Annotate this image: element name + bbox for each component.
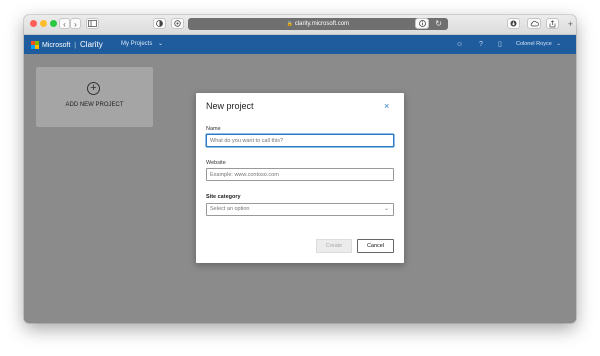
- brand[interactable]: Microsoft | Clarity: [42, 35, 103, 55]
- create-button[interactable]: Create: [316, 239, 352, 253]
- info-icon[interactable]: [415, 18, 429, 29]
- cloud-icon[interactable]: [527, 18, 541, 29]
- back-button[interactable]: ‹: [59, 18, 70, 29]
- brand-product: Clarity: [80, 40, 103, 49]
- dialog-title: New project: [206, 101, 254, 111]
- chevron-down-icon: ⌄: [383, 206, 389, 212]
- url-text: clarity.microsoft.com: [294, 21, 350, 27]
- name-input[interactable]: [206, 134, 394, 147]
- add-new-project-label: ADD NEW PROJECT: [65, 102, 124, 108]
- lock-icon: 🔒: [286, 21, 294, 27]
- browser-toolbar: ‹ › 🔒 clarity.microsoft.com ↻ +: [24, 15, 576, 35]
- user-name: Colonel Royce: [516, 41, 552, 47]
- share-icon[interactable]: [546, 18, 559, 29]
- new-tab-button[interactable]: +: [568, 19, 573, 29]
- help-icon[interactable]: ?: [479, 35, 483, 54]
- forward-button[interactable]: ›: [70, 18, 81, 29]
- user-menu[interactable]: Colonel Royce ⌄: [516, 35, 561, 54]
- my-projects-label: My Projects: [121, 41, 153, 47]
- website-label: Website: [206, 160, 226, 166]
- zoom-light-icon[interactable]: [50, 20, 57, 27]
- privacy-icon[interactable]: [153, 18, 166, 29]
- name-label: Name: [206, 126, 221, 132]
- brand-company: Microsoft: [42, 42, 71, 49]
- sidebar-icon[interactable]: [86, 18, 99, 29]
- website-input[interactable]: [206, 168, 394, 181]
- chevron-down-icon: ⌄: [158, 41, 164, 47]
- close-light-icon[interactable]: [30, 20, 37, 27]
- app-header: Microsoft | Clarity My Projects ⌄ ☺ ? ▯ …: [24, 35, 576, 54]
- address-bar[interactable]: 🔒 clarity.microsoft.com ↻: [188, 18, 448, 30]
- document-icon[interactable]: ▯: [498, 35, 502, 54]
- microsoft-logo-icon: [31, 41, 39, 49]
- close-icon[interactable]: ×: [384, 101, 389, 111]
- site-category-value: Select an option: [210, 206, 250, 212]
- add-new-project-card[interactable]: + ADD NEW PROJECT: [36, 67, 153, 127]
- new-project-dialog: New project × Name Website Site category…: [196, 93, 404, 263]
- site-category-label: Site category: [206, 194, 241, 200]
- smile-icon[interactable]: ☺: [456, 35, 463, 54]
- chevron-down-icon: ⌄: [556, 41, 561, 47]
- site-category-select[interactable]: Select an option ⌄: [206, 203, 394, 216]
- download-icon[interactable]: [507, 18, 520, 29]
- reload-icon[interactable]: ↻: [435, 18, 442, 30]
- minimize-light-icon[interactable]: [40, 20, 47, 27]
- settings-icon[interactable]: [171, 18, 184, 29]
- my-projects-menu[interactable]: My Projects ⌄: [121, 35, 163, 54]
- add-circle-icon: +: [87, 82, 100, 95]
- cancel-button[interactable]: Cancel: [357, 239, 394, 253]
